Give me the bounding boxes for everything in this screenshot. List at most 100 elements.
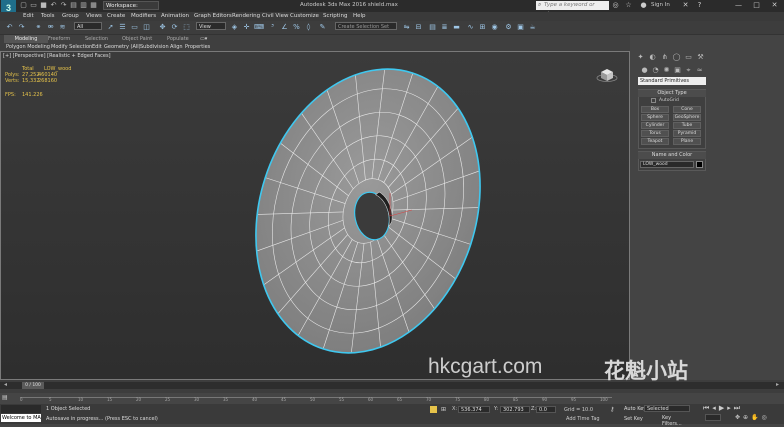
object-name-field[interactable]: LOW_wood bbox=[640, 161, 694, 168]
teapot-button[interactable]: Teapot bbox=[641, 138, 669, 145]
key-filters-button[interactable]: Key Filters... bbox=[662, 415, 688, 427]
exchange-icon[interactable]: ✕ bbox=[682, 2, 689, 9]
viewport-navigation-icons[interactable]: ✥⊕✋◎ bbox=[735, 414, 775, 422]
sign-in-button[interactable]: Sign In bbox=[651, 2, 670, 8]
geometry-icon[interactable]: ● bbox=[640, 66, 649, 74]
cylinder-button[interactable]: Cylinder bbox=[641, 122, 669, 129]
save-icon[interactable]: ■ bbox=[40, 2, 47, 9]
display-tab-icon[interactable]: ▭ bbox=[684, 53, 693, 61]
set-key-button[interactable]: Set Key bbox=[624, 416, 643, 422]
align-icon[interactable]: ⊟ bbox=[414, 22, 423, 32]
binoculars-icon[interactable]: ◎ bbox=[612, 2, 619, 9]
ribbon-subdivision[interactable]: Subdivision bbox=[140, 44, 169, 51]
rectangular-selection-icon[interactable]: ▭ bbox=[130, 22, 139, 32]
render-icon[interactable]: ☕ bbox=[528, 22, 537, 32]
menu-graph-editors[interactable]: Graph Editors bbox=[194, 12, 232, 21]
project-icon[interactable]: ▤ bbox=[70, 2, 77, 9]
z-coordinate-field[interactable]: 0.0 bbox=[536, 406, 556, 413]
mirror-icon[interactable]: ⇋ bbox=[402, 22, 411, 32]
track-ruler[interactable]: 0 5 10 15 20 25 30 35 40 45 50 55 60 65 … bbox=[20, 394, 612, 403]
rendered-frame-icon[interactable]: ▣ bbox=[516, 22, 525, 32]
maxscript-listener-top[interactable] bbox=[1, 405, 41, 413]
maxscript-mini-listener[interactable]: Welcome to MA bbox=[1, 414, 41, 422]
render-setup-icon[interactable]: ⚙ bbox=[504, 22, 513, 32]
spacewarps-icon[interactable]: ≈ bbox=[695, 66, 704, 74]
ribbon-geometry-all[interactable]: Geometry (All) bbox=[104, 44, 141, 51]
sphere-button[interactable]: Sphere bbox=[641, 114, 669, 121]
percent-snap-icon[interactable]: % bbox=[292, 22, 301, 32]
edit-named-selection-icon[interactable]: ✎ bbox=[318, 22, 327, 32]
tab-object-paint[interactable]: Object Paint bbox=[122, 36, 152, 43]
undo-icon[interactable]: ↶ bbox=[50, 2, 57, 9]
reference-coordinate-dropdown[interactable]: View bbox=[196, 22, 226, 30]
cameras-icon[interactable]: ▣ bbox=[673, 66, 682, 74]
new-icon[interactable]: ▢ bbox=[20, 2, 27, 9]
ribbon-modify-selection[interactable]: Modify Selection bbox=[51, 44, 92, 51]
shapes-icon[interactable]: ◔ bbox=[651, 66, 660, 74]
menu-modifiers[interactable]: Modifiers bbox=[131, 12, 156, 21]
snaps-toggle-icon[interactable]: ³ bbox=[268, 22, 277, 32]
lock-selection-icon[interactable] bbox=[430, 406, 437, 413]
x-coordinate-field[interactable]: 536.374 bbox=[458, 406, 490, 413]
playback-controls[interactable]: ⏮◂▶▸⏭ bbox=[703, 404, 771, 413]
torus-button[interactable]: Torus bbox=[641, 130, 669, 137]
close-icon[interactable]: ✕ bbox=[766, 0, 783, 11]
tab-freeform[interactable]: Freeform bbox=[48, 36, 70, 43]
tab-modeling[interactable]: Modeling bbox=[4, 35, 48, 43]
hierarchy-tab-icon[interactable]: ⋔ bbox=[660, 53, 669, 61]
ribbon-align[interactable]: Align bbox=[170, 44, 183, 51]
modify-tab-icon[interactable]: ◐ bbox=[648, 53, 657, 61]
redo-icon[interactable]: ↷ bbox=[60, 2, 67, 9]
spinner-snap-icon[interactable]: ◊ bbox=[304, 22, 313, 32]
menu-create[interactable]: Create bbox=[107, 12, 125, 21]
curve-editor-icon[interactable]: ∿ bbox=[466, 22, 475, 32]
window-crossing-icon[interactable]: ◫ bbox=[142, 22, 151, 32]
key-icon[interactable]: ⚷ bbox=[610, 406, 620, 414]
unlink-icon[interactable]: ⚮ bbox=[46, 22, 55, 32]
key-mode-dropdown[interactable]: Selected bbox=[644, 405, 690, 412]
ribbon-options-icon[interactable]: ▭▾ bbox=[200, 36, 207, 43]
time-slider-next-icon[interactable]: ▸ bbox=[776, 381, 779, 388]
material-editor-icon[interactable]: ◉ bbox=[490, 22, 499, 32]
menu-civil-view[interactable]: Civil View bbox=[262, 12, 288, 21]
schematic-view-icon[interactable]: ⊞ bbox=[478, 22, 487, 32]
cone-button[interactable]: Cone bbox=[673, 106, 701, 113]
tube-button[interactable]: Tube bbox=[673, 122, 701, 129]
select-by-name-icon[interactable]: ☰ bbox=[118, 22, 127, 32]
layer-explorer-icon[interactable]: ≣ bbox=[440, 22, 449, 32]
redo-icon[interactable]: ↷ bbox=[17, 22, 26, 32]
shield-mesh[interactable] bbox=[240, 58, 500, 364]
helpers-icon[interactable]: ⌖ bbox=[684, 66, 693, 74]
object-color-swatch[interactable] bbox=[696, 161, 703, 168]
named-selection-dropdown[interactable]: Create Selection Set bbox=[335, 22, 397, 30]
open-icon[interactable]: ▭ bbox=[30, 2, 37, 9]
geosphere-button[interactable]: GeoSphere bbox=[673, 114, 701, 121]
y-coordinate-field[interactable]: 302.793 bbox=[500, 406, 530, 413]
lights-icon[interactable]: ✺ bbox=[662, 66, 671, 74]
time-slider-prev-icon[interactable]: ◂ bbox=[4, 381, 7, 388]
viewcube-icon[interactable] bbox=[596, 66, 618, 82]
mini-curve-editor-icon[interactable]: ▤ bbox=[2, 394, 12, 403]
object-type-header[interactable]: Object Type bbox=[638, 90, 706, 97]
ribbon-toggle-icon[interactable]: ▬ bbox=[452, 22, 461, 32]
select-manipulate-icon[interactable]: ✛ bbox=[242, 22, 251, 32]
name-color-header[interactable]: Name and Color bbox=[638, 152, 706, 159]
current-frame-field[interactable] bbox=[705, 414, 721, 421]
time-slider-thumb[interactable]: 0 / 100 bbox=[22, 382, 44, 389]
add-time-tag-button[interactable]: Add Time Tag bbox=[566, 416, 600, 422]
menu-edit[interactable]: Edit bbox=[23, 12, 34, 21]
motion-tab-icon[interactable]: ◯ bbox=[672, 53, 681, 61]
help-icon[interactable]: ? bbox=[696, 2, 703, 9]
box-button[interactable]: Box bbox=[641, 106, 669, 113]
pivot-center-icon[interactable]: ◈ bbox=[230, 22, 239, 32]
create-tab-icon[interactable]: ✦ bbox=[636, 53, 645, 61]
move-icon[interactable]: ✥ bbox=[158, 22, 167, 32]
menu-group[interactable]: Group bbox=[62, 12, 79, 21]
scene-explorer-icon[interactable]: ▤ bbox=[428, 22, 437, 32]
hold-icon[interactable]: ▥ bbox=[80, 2, 87, 9]
star-icon[interactable]: ☆ bbox=[625, 2, 632, 9]
menu-views[interactable]: Views bbox=[86, 12, 102, 21]
search-input[interactable]: Type a keyword or phrase bbox=[536, 1, 609, 17]
bind-spacewarp-icon[interactable]: ≋ bbox=[58, 22, 67, 32]
scale-icon[interactable]: ⬚ bbox=[182, 22, 191, 32]
